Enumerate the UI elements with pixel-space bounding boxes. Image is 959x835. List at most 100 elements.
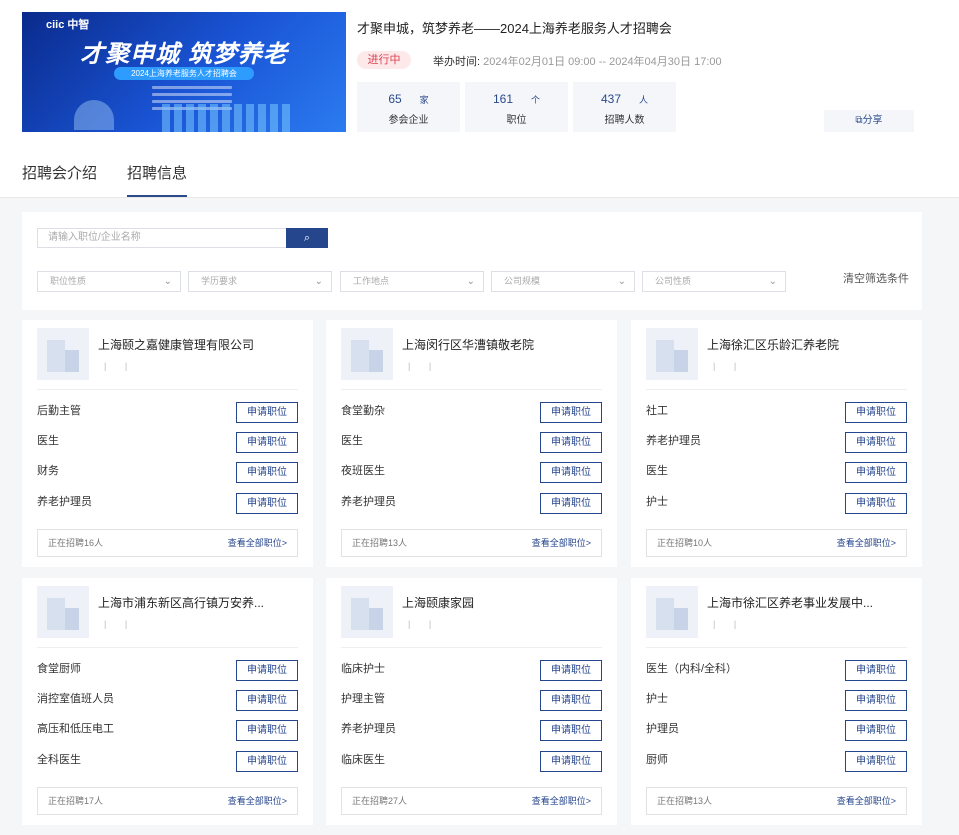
view-all-jobs-link[interactable]: 查看全部职位>: [837, 788, 896, 814]
apply-job-button[interactable]: 申请职位: [236, 493, 298, 514]
job-title[interactable]: 食堂勤杂: [341, 402, 385, 420]
filter-location[interactable]: 工作地点 ⌄: [340, 271, 484, 292]
search-input[interactable]: 请输入职位/企业名称: [37, 228, 287, 248]
job-title[interactable]: 养老护理员: [646, 432, 701, 450]
apply-job-button[interactable]: 申请职位: [236, 402, 298, 423]
apply-job-button[interactable]: 申请职位: [540, 493, 602, 514]
job-title[interactable]: 消控室值班人员: [37, 690, 114, 708]
apply-job-button[interactable]: 申请职位: [845, 402, 907, 423]
company-tags: | |: [713, 619, 745, 629]
view-all-jobs-link[interactable]: 查看全部职位>: [837, 530, 896, 556]
apply-job-button[interactable]: 申请职位: [540, 690, 602, 711]
apply-job-button[interactable]: 申请职位: [845, 720, 907, 741]
recruiting-count: 正在招聘17人: [48, 796, 104, 806]
apply-job-button[interactable]: 申请职位: [236, 751, 298, 772]
stat-companies: 65 家 参会企业: [357, 82, 460, 132]
recruiting-count: 正在招聘13人: [657, 796, 713, 806]
job-title[interactable]: 社工: [646, 402, 668, 420]
card-divider: [341, 647, 602, 648]
company-name[interactable]: 上海颐康家园: [402, 594, 602, 611]
job-title[interactable]: 医生（内科/全科）: [646, 660, 737, 678]
company-name[interactable]: 上海闵行区华漕镇敬老院: [402, 336, 602, 353]
search-button[interactable]: ⌕: [286, 228, 328, 248]
company-name[interactable]: 上海徐汇区乐龄汇养老院: [707, 336, 907, 353]
job-title[interactable]: 护士: [646, 493, 668, 511]
view-all-jobs-link[interactable]: 查看全部职位>: [228, 788, 287, 814]
company-logo[interactable]: [341, 586, 393, 638]
apply-job-button[interactable]: 申请职位: [540, 432, 602, 453]
filter-education[interactable]: 学历要求 ⌄: [188, 271, 332, 292]
job-title[interactable]: 临床护士: [341, 660, 385, 678]
apply-job-button[interactable]: 申请职位: [540, 462, 602, 483]
job-title[interactable]: 后勤主管: [37, 402, 81, 420]
filter-company-size[interactable]: 公司规模 ⌄: [491, 271, 635, 292]
company-name[interactable]: 上海市浦东新区高行镇万安养...: [98, 594, 298, 611]
company-name[interactable]: 上海颐之嘉健康管理有限公司: [98, 336, 298, 353]
job-title[interactable]: 护理员: [646, 720, 679, 738]
job-title[interactable]: 医生: [646, 462, 668, 480]
apply-job-button[interactable]: 申请职位: [845, 751, 907, 772]
job-row: 养老护理员 申请职位: [646, 432, 907, 454]
stat-label: 职位: [506, 115, 527, 126]
select-value: 学历要求: [201, 276, 238, 286]
job-row: 医生 申请职位: [37, 432, 298, 454]
view-all-jobs-link[interactable]: 查看全部职位>: [228, 530, 287, 556]
apply-job-button[interactable]: 申请职位: [845, 432, 907, 453]
company-logo[interactable]: [646, 328, 698, 380]
company-logo[interactable]: [37, 328, 89, 380]
tab-fair-intro[interactable]: 招聘会介绍: [22, 162, 97, 183]
apply-job-button[interactable]: 申请职位: [236, 462, 298, 483]
clear-filters-link[interactable]: 清空筛选条件: [843, 270, 909, 286]
apply-job-button[interactable]: 申请职位: [236, 720, 298, 741]
chevron-down-icon: ⌄: [768, 276, 777, 287]
job-title[interactable]: 养老护理员: [341, 493, 396, 511]
building-icon: [47, 340, 65, 372]
job-row: 护士 申请职位: [646, 690, 907, 712]
apply-job-button[interactable]: 申请职位: [540, 751, 602, 772]
select-value: 公司规模: [504, 276, 541, 286]
filter-job-type[interactable]: 职位性质 ⌄: [37, 271, 181, 292]
view-all-jobs-link[interactable]: 查看全部职位>: [532, 788, 591, 814]
tab-job-info[interactable]: 招聘信息: [127, 162, 188, 197]
job-title[interactable]: 临床医生: [341, 751, 385, 769]
job-title[interactable]: 护士: [646, 690, 668, 708]
job-title[interactable]: 食堂厨师: [37, 660, 81, 678]
job-row: 医生（内科/全科） 申请职位: [646, 660, 907, 682]
filter-company-type[interactable]: 公司性质 ⌄: [642, 271, 786, 292]
share-button[interactable]: ⧉分享: [824, 110, 914, 132]
apply-job-button[interactable]: 申请职位: [845, 462, 907, 483]
job-title[interactable]: 高压和低压电工: [37, 720, 114, 738]
apply-job-button[interactable]: 申请职位: [236, 690, 298, 711]
apply-job-button[interactable]: 申请职位: [845, 690, 907, 711]
apply-job-button[interactable]: 申请职位: [845, 493, 907, 514]
select-value: 职位性质: [50, 276, 87, 286]
job-title[interactable]: 全科医生: [37, 751, 81, 769]
company-name[interactable]: 上海市徐汇区养老事业发展中...: [707, 594, 907, 611]
event-title: 才聚申城，筑梦养老——2024上海养老服务人才招聘会: [357, 21, 672, 36]
company-card: 上海市徐汇区养老事业发展中... | | 医生（内科/全科） 申请职位 护士 申请职位 护理…: [631, 578, 922, 825]
apply-job-button[interactable]: 申请职位: [540, 660, 602, 681]
job-title[interactable]: 财务: [37, 462, 59, 480]
time-label: 举办时间:: [433, 56, 481, 68]
company-logo[interactable]: [646, 586, 698, 638]
company-card: 上海颐之嘉健康管理有限公司 | | 后勤主管 申请职位 医生 申请职位 财务 申请职位 养老护理…: [22, 320, 313, 567]
job-title[interactable]: 护理主管: [341, 690, 385, 708]
apply-job-button[interactable]: 申请职位: [236, 660, 298, 681]
apply-job-button[interactable]: 申请职位: [845, 660, 907, 681]
view-all-jobs-link[interactable]: 查看全部职位>: [532, 530, 591, 556]
company-logo[interactable]: [37, 586, 89, 638]
job-row: 临床医生 申请职位: [341, 751, 602, 773]
select-value: 公司性质: [655, 276, 692, 286]
job-title[interactable]: 医生: [37, 432, 59, 450]
company-logo[interactable]: [341, 328, 393, 380]
stat-positions: 161 个 职位: [465, 82, 568, 132]
job-title[interactable]: 养老护理员: [37, 493, 92, 511]
job-title[interactable]: 医生: [341, 432, 363, 450]
apply-job-button[interactable]: 申请职位: [540, 720, 602, 741]
job-title[interactable]: 厨师: [646, 751, 668, 769]
apply-job-button[interactable]: 申请职位: [540, 402, 602, 423]
apply-job-button[interactable]: 申请职位: [236, 432, 298, 453]
job-title[interactable]: 夜班医生: [341, 462, 385, 480]
job-title[interactable]: 养老护理员: [341, 720, 396, 738]
building-icon: [656, 598, 674, 630]
